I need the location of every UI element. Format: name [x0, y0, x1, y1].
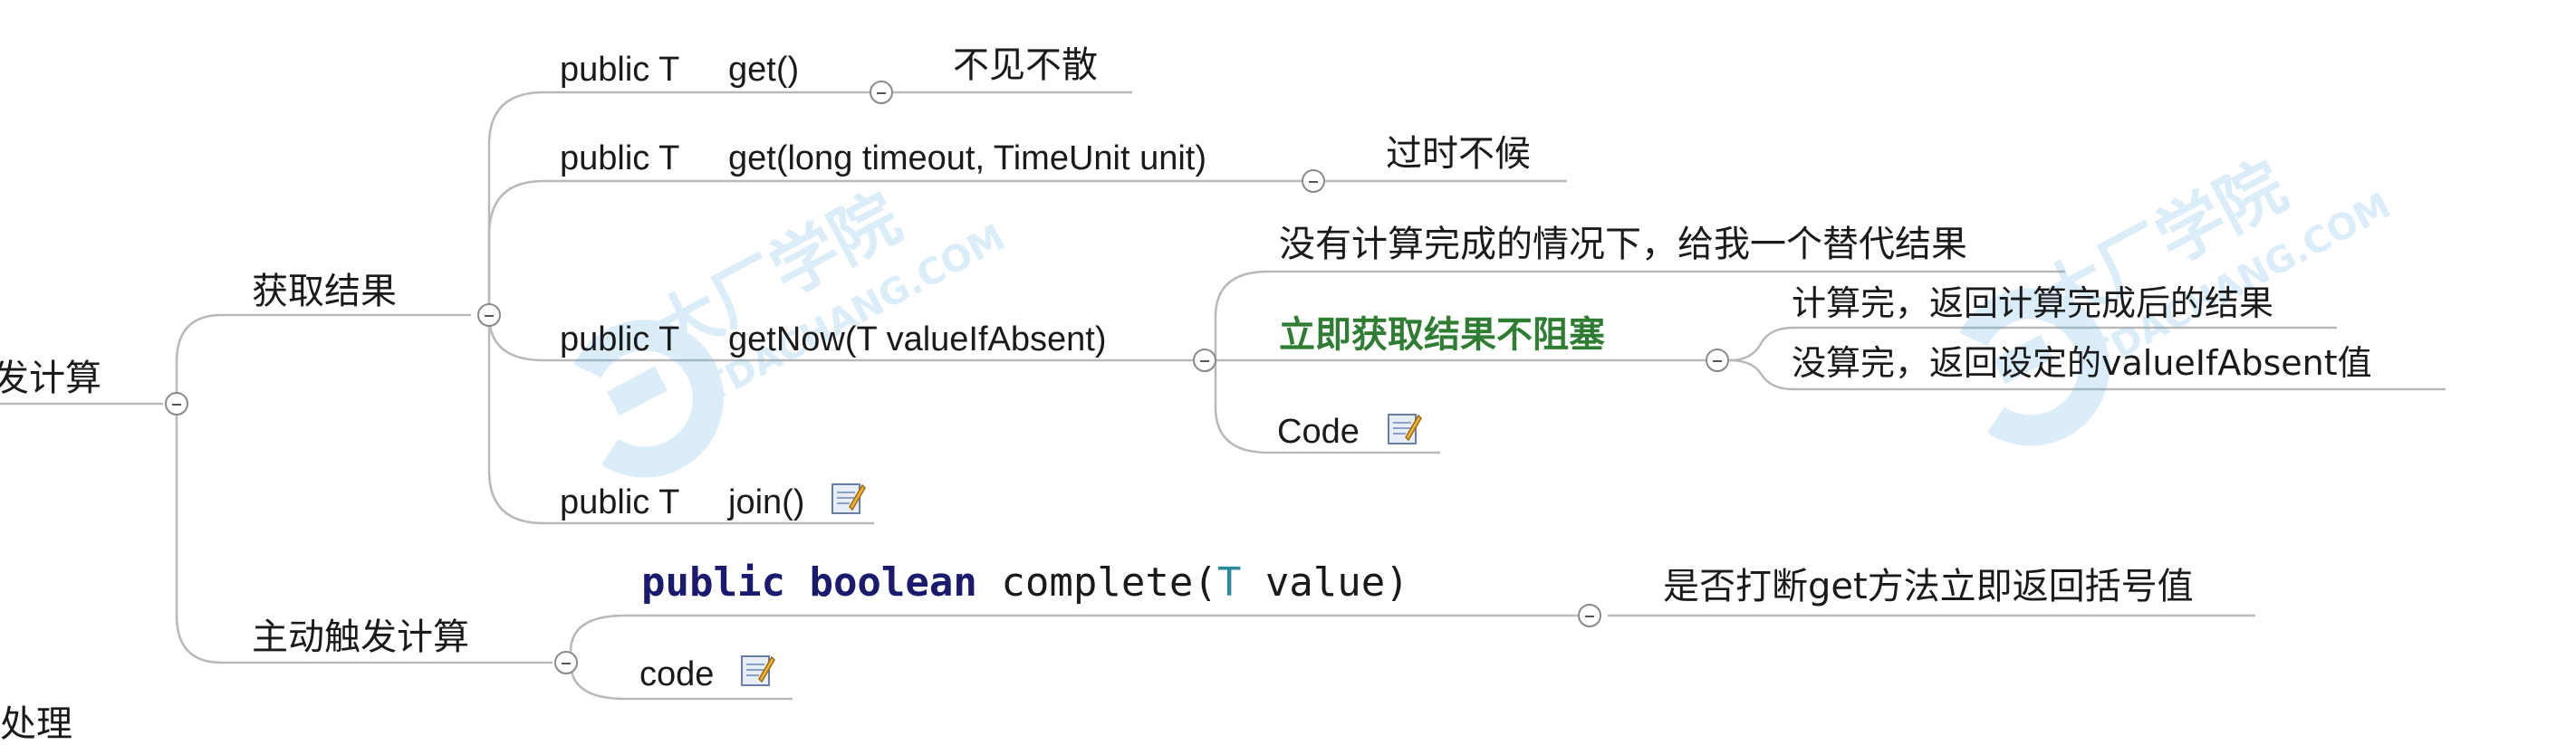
get-signature[interactable]: get() — [728, 53, 799, 87]
getnow-signature[interactable]: getNow(T valueIfAbsent) — [728, 322, 1107, 357]
join-signature[interactable]: join() — [728, 485, 804, 520]
complete-note[interactable]: 是否打断get方法立即返回括号值 — [1663, 568, 2194, 605]
complete-method: complete( — [1001, 559, 1217, 606]
partial-bottom-node-label[interactable]: 拓处理 — [0, 706, 72, 742]
branch-trigger-label[interactable]: 主动触发计算 — [252, 619, 469, 655]
complete-kw-boolean: boolean — [809, 559, 977, 606]
trigger-code-label[interactable]: code — [639, 657, 714, 692]
branch-get-result-label[interactable]: 获取结果 — [252, 273, 397, 310]
getnow-collapse-button[interactable] — [1193, 349, 1216, 372]
join-note-icon[interactable] — [830, 480, 866, 516]
get-modifier[interactable]: public T — [560, 53, 679, 87]
immediate-collapse-button[interactable] — [1706, 349, 1729, 372]
get-timeout-modifier[interactable]: public T — [560, 141, 679, 176]
get-note[interactable]: 不见不散 — [953, 47, 1098, 83]
get-timeout-note[interactable]: 过时不候 — [1386, 136, 1531, 172]
getnow-modifier[interactable]: public T — [560, 322, 679, 357]
getnow-alt-result-label[interactable]: 没有计算完成的情况下，给我一个替代结果 — [1279, 226, 1967, 263]
complete-collapse-button[interactable] — [1578, 604, 1601, 627]
complete-kw-public: public — [641, 559, 785, 606]
complete-signature[interactable]: public boolean complete(T value) — [641, 563, 1409, 603]
join-modifier[interactable]: public T — [560, 485, 679, 520]
getnow-not-done-label[interactable]: 没算完，返回设定的valueIfAbsent值 — [1792, 346, 2372, 380]
getnow-code-note-icon[interactable] — [1386, 410, 1422, 446]
get-timeout-collapse-button[interactable] — [1302, 169, 1325, 193]
trigger-code-note-icon[interactable] — [739, 652, 775, 688]
getnow-immediate-label[interactable]: 立即获取结果不阻塞 — [1279, 317, 1605, 353]
trigger-collapse-button[interactable] — [554, 651, 578, 674]
root-node-label[interactable]: 发计算 — [0, 360, 101, 396]
getnow-done-label[interactable]: 计算完，返回计算完成后的结果 — [1792, 286, 2273, 320]
root-collapse-button[interactable] — [165, 392, 188, 415]
getnow-code-label[interactable]: Code — [1277, 415, 1360, 449]
get-timeout-signature[interactable]: get(long timeout, TimeUnit unit) — [728, 141, 1206, 176]
get-result-collapse-button[interactable] — [477, 303, 501, 327]
complete-type: T — [1216, 559, 1242, 606]
get-collapse-button[interactable] — [870, 81, 893, 104]
complete-param: value) — [1264, 559, 1409, 606]
